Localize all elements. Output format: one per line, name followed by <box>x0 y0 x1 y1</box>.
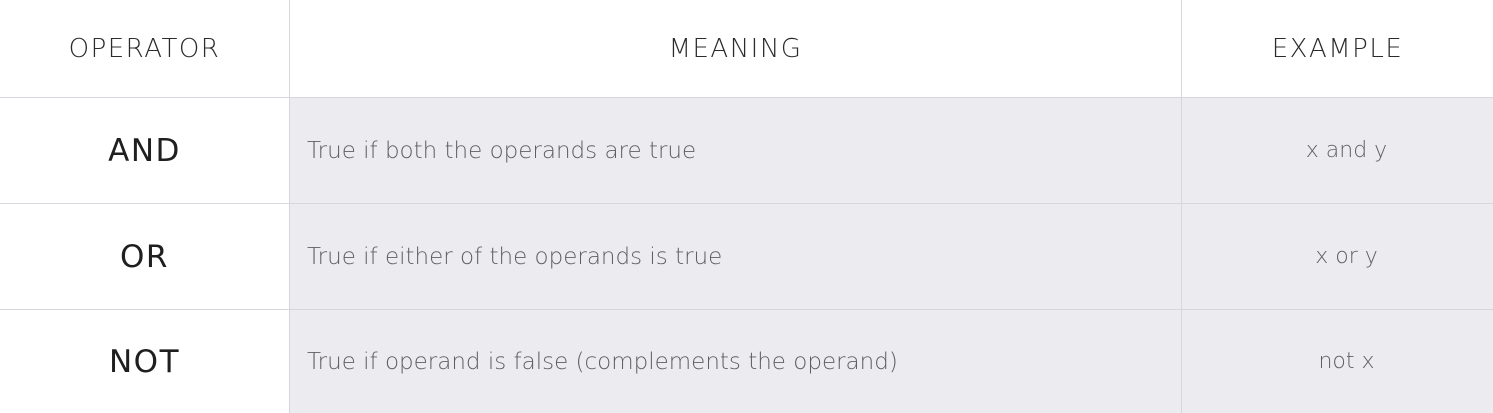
example-cell: x and y <box>1182 98 1493 203</box>
table-row: OR True if either of the operands is tru… <box>0 204 1493 310</box>
table-row: AND True if both the operands are true x… <box>0 98 1493 204</box>
meaning-cell: True if operand is false (complements th… <box>289 310 1182 413</box>
header-example: EXAMPLE <box>1271 33 1404 64</box>
operator-cell: OR <box>120 238 169 275</box>
table-row: NOT True if operand is false (complement… <box>0 310 1493 413</box>
example-cell: not x <box>1182 310 1493 413</box>
table-header-row: OPERATOR MEANING EXAMPLE <box>0 0 1493 98</box>
logical-operators-table: OPERATOR MEANING EXAMPLE AND True if bot… <box>0 0 1493 413</box>
header-meaning: MEANING <box>289 0 1182 97</box>
meaning-cell: True if both the operands are true <box>289 98 1182 203</box>
meaning-cell: True if either of the operands is true <box>289 204 1182 309</box>
operator-cell: AND <box>108 132 181 169</box>
example-cell: x or y <box>1182 204 1493 309</box>
operator-cell: NOT <box>108 343 181 380</box>
header-operator: OPERATOR <box>68 33 221 64</box>
